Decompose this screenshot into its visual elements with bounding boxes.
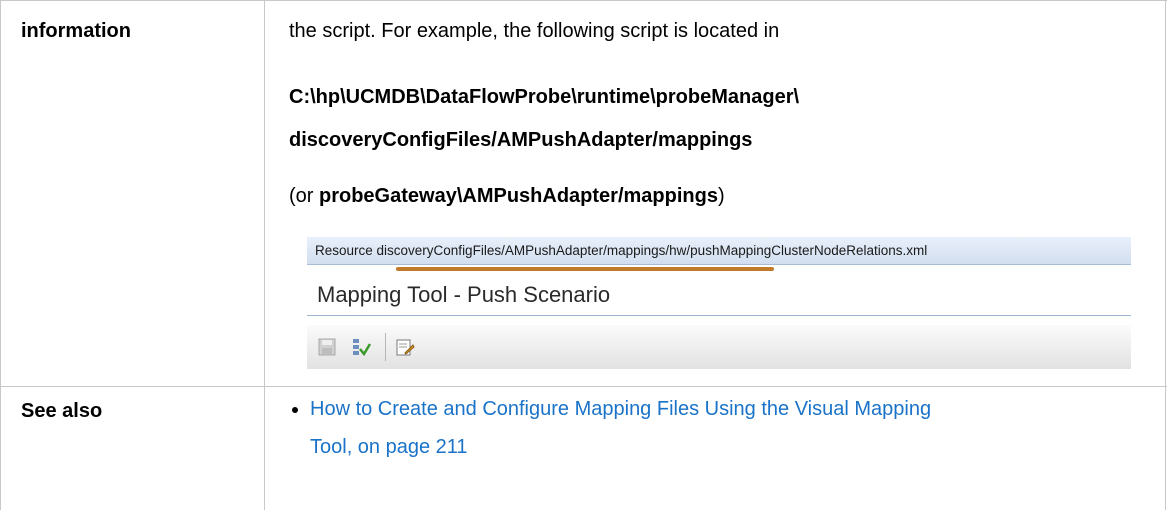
toolbar-separator: [385, 333, 386, 361]
row-divider: [0, 386, 1167, 387]
script-location-text: the script. For example, the following s…: [289, 20, 780, 42]
mapping-tool-title: Mapping Tool - Push Scenario: [317, 282, 611, 307]
see-also-link-line2[interactable]: Tool, on page 211: [310, 436, 468, 459]
mapping-toolbar: [307, 325, 1131, 369]
alternate-path: (or probeGateway\AMPushAdapter/mappings): [289, 185, 725, 208]
table-top-border: [0, 0, 1167, 1]
list-bullet: [292, 407, 298, 413]
info-table: information the script. For example, the…: [0, 0, 1167, 510]
script-path-line1: C:\hp\UCMDB\DataFlowProbe\runtime\probeM…: [289, 86, 800, 108]
save-icon[interactable]: [317, 337, 337, 357]
row-label-information: information: [21, 20, 131, 42]
resource-bar: Resource discoveryConfigFiles/AMPushAdap…: [307, 237, 1131, 265]
row-label-see-also: See also: [21, 400, 103, 422]
alternate-path-close: ): [717, 185, 725, 207]
alternate-path-open: (or: [289, 185, 319, 207]
edit-notes-icon[interactable]: [395, 337, 415, 357]
mapping-tool-screenshot: Resource discoveryConfigFiles/AMPushAdap…: [307, 237, 1131, 372]
see-also-link-line1[interactable]: How to Create and Configure Mapping File…: [310, 398, 931, 421]
resource-path-text: Resource discoveryConfigFiles/AMPushAdap…: [315, 243, 928, 258]
table-left-border: [0, 0, 1, 510]
column-divider: [264, 0, 265, 510]
alternate-path-value: probeGateway\AMPushAdapter/mappings: [319, 185, 718, 207]
script-path-line2: discoveryConfigFiles/AMPushAdapter/mappi…: [289, 129, 753, 151]
table-right-border: [1165, 0, 1166, 510]
mapping-tool-title-bar: Mapping Tool - Push Scenario: [307, 275, 1131, 316]
path-highlight-underline: [396, 267, 774, 271]
validate-icon[interactable]: [351, 337, 371, 357]
